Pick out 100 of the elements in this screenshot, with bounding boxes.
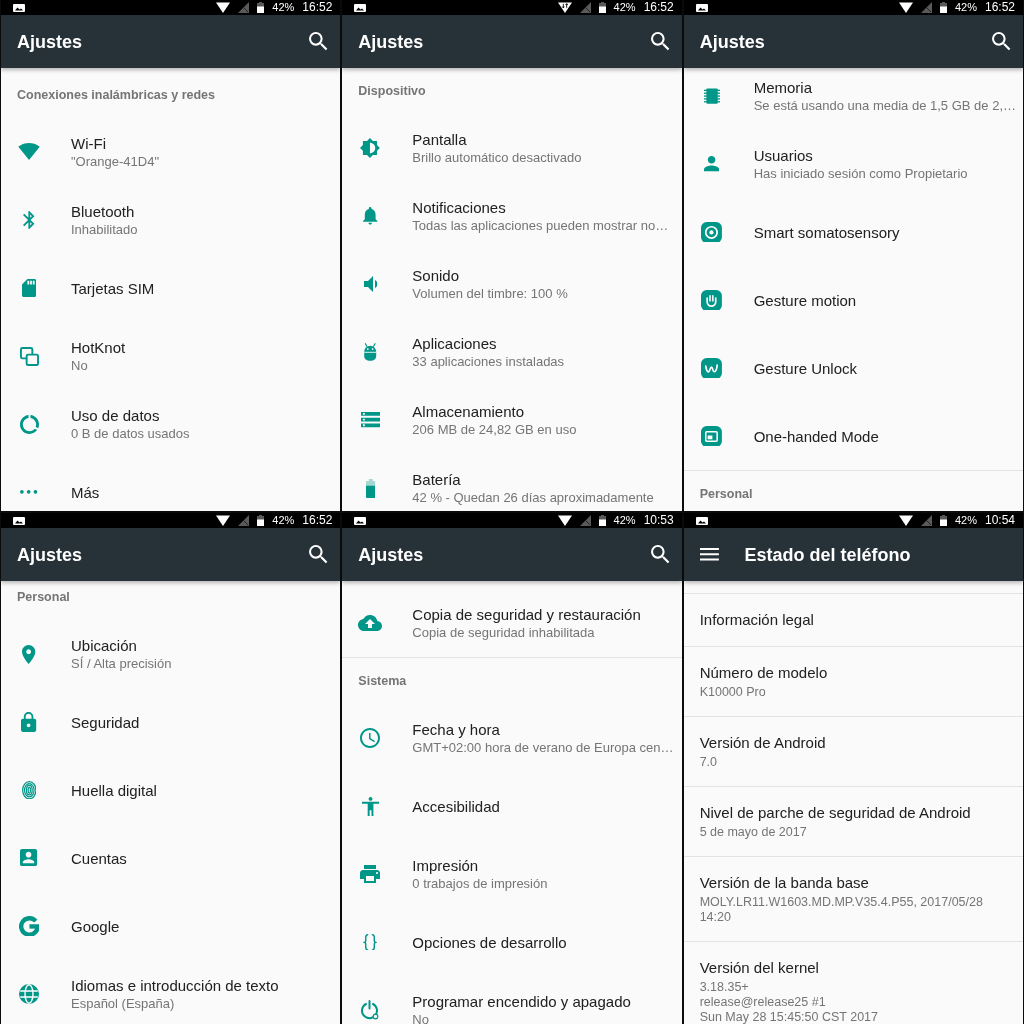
info-item[interactable]: Versión de Android 7.0 [683,716,1023,786]
settings-item[interactable]: Gesture motion [683,266,1023,334]
settings-item[interactable]: Seguridad [1,688,341,756]
person-icon [704,156,720,172]
settings-item[interactable]: Accesibilidad [342,772,682,840]
info-item[interactable]: Versión del kernel 3.18.35+ release@release25 #1 Sun May 28 15:45:50 CST 2017 [683,941,1023,1024]
settings-item[interactable]: Almacenamiento 206 MB de 24,82 GB en uso [342,386,682,454]
braces-icon [363,933,378,951]
settings-item[interactable]: Pantalla Brillo automático desactivado [342,114,682,182]
image-icon [13,516,25,525]
section-header: Sistema [358,674,407,688]
settings-item[interactable]: Cuentas [1,824,341,892]
hand-icon [701,289,723,311]
section-header: Conexiones inalámbricas y redes [17,88,215,102]
settings-item[interactable]: Ubicación SÍ / Alta precisión [1,620,341,688]
image-icon [695,516,708,525]
settings-item[interactable]: Notificaciones Todas las aplicaciones pueden mostrar no… [342,182,682,250]
app-bar-title: Ajustes [17,30,83,53]
speaker-icon [363,276,378,292]
search-icon [309,32,329,51]
search-button[interactable] [309,32,329,51]
battery-percentage: 42% [272,514,295,527]
battery-icon [939,515,947,526]
settings-item[interactable]: Bluetooth Inhabilitado [1,186,341,254]
clock-time: 16:52 [984,1,1015,14]
more-dots-icon [20,490,38,494]
search-button[interactable] [992,32,1011,51]
clock-time: 16:52 [302,1,333,14]
search-button[interactable] [650,32,670,51]
search-button[interactable] [650,545,670,564]
settings-item[interactable]: Sonido Volumen del timbre: 100 % [342,250,682,318]
battery-icon [257,515,265,526]
settings-item[interactable]: One-handed Mode [683,402,1023,470]
clock-time: 16:52 [302,514,333,527]
info-item[interactable]: Versión de la banda base MOLY.LR11.W1603.MD.MP.V35.4.P55, 2017/05/28 14:20 [683,856,1023,941]
clock-time: 16:52 [643,1,674,14]
battery-icon [939,2,947,13]
app-bar-title: Estado del teléfono [744,543,911,566]
section-header: Dispositivo [358,84,426,98]
signal-icon [238,2,250,13]
app-bar-title: Ajustes [17,543,83,566]
battery-percentage: 42% [613,1,636,14]
settings-item[interactable]: Batería 42 % - Quedan 26 días aproximadamente [342,454,682,511]
settings-item[interactable]: Más [1,458,341,511]
image-icon [354,516,367,525]
settings-item[interactable]: Impresión 0 trabajos de impresión [342,840,682,908]
settings-item[interactable]: Smart somatosensory [683,198,1023,266]
search-icon [309,545,329,564]
settings-item[interactable]: Programar encendido y apagado No [342,976,682,1024]
settings-item[interactable]: HotKnot No [1,322,341,390]
accessibility-icon [361,796,379,816]
settings-item[interactable]: Usuarios Has iniciado sesión como Propietario [683,130,1023,198]
menu-button[interactable] [699,548,719,561]
clock-icon [360,728,381,748]
bell-icon [363,207,378,225]
signal-icon [579,2,591,13]
info-item[interactable]: Nivel de parche de seguridad de Android 5 de mayo de 2017 [683,786,1023,856]
signal-icon [238,515,250,526]
cloud-upload-icon [358,615,383,631]
signal-icon [579,515,591,526]
info-item[interactable]: Información legal [683,593,1023,646]
image-icon [13,3,25,12]
settings-item[interactable]: Opciones de desarrollo [342,908,682,976]
battery-percentage: 42% [954,514,977,527]
settings-item[interactable]: Aplicaciones 33 aplicaciones instaladas [342,318,682,386]
settings-item[interactable]: Memoria Se está usando una media de 1,5 GB de 2,… [683,68,1023,130]
info-item[interactable]: Número de modelo K10000 Pro [683,646,1023,716]
battery-percentage: 42% [954,1,977,14]
signal-icon [920,515,932,526]
power-clock-icon [361,1000,380,1020]
handwriting-icon [701,357,723,379]
search-icon [650,545,670,564]
fingerprint-icon [21,780,37,800]
search-icon [650,32,670,51]
wifi-icon [17,143,41,161]
globe-icon [19,984,39,1004]
robot-icon [364,343,377,361]
clock-time: 10:53 [643,514,674,527]
window-icon [701,425,723,447]
target-icon [701,221,723,243]
battery-icon [365,478,376,498]
search-button[interactable] [309,545,329,564]
settings-item[interactable]: Idiomas e introducción de texto Español (España) [1,960,341,1024]
settings-item[interactable]: Fecha y hora GMT+02:00 hora de verano de Europa cen… [342,704,682,772]
settings-item[interactable]: Tarjetas SIM [1,254,341,322]
settings-item[interactable]: Google [1,892,341,960]
location-pin-icon [22,644,36,664]
search-icon [992,32,1011,51]
signal-icon [920,2,932,13]
settings-item[interactable]: Wi-Fi "Orange-41D4" [1,118,341,186]
sim-card-icon [21,279,37,297]
settings-item[interactable]: Uso de datos 0 B de datos usados [1,390,341,458]
settings-item[interactable]: Gesture Unlock [683,334,1023,402]
settings-item[interactable]: Huella digital [1,756,341,824]
app-bar-title: Ajustes [358,30,424,53]
settings-item[interactable]: Copia de seguridad y restauración Copia de seguridad inhabilitada [342,589,682,657]
image-icon [354,3,367,12]
menu-icon [699,548,719,561]
battery-percentage: 42% [272,1,295,14]
storage-icon [360,412,380,428]
